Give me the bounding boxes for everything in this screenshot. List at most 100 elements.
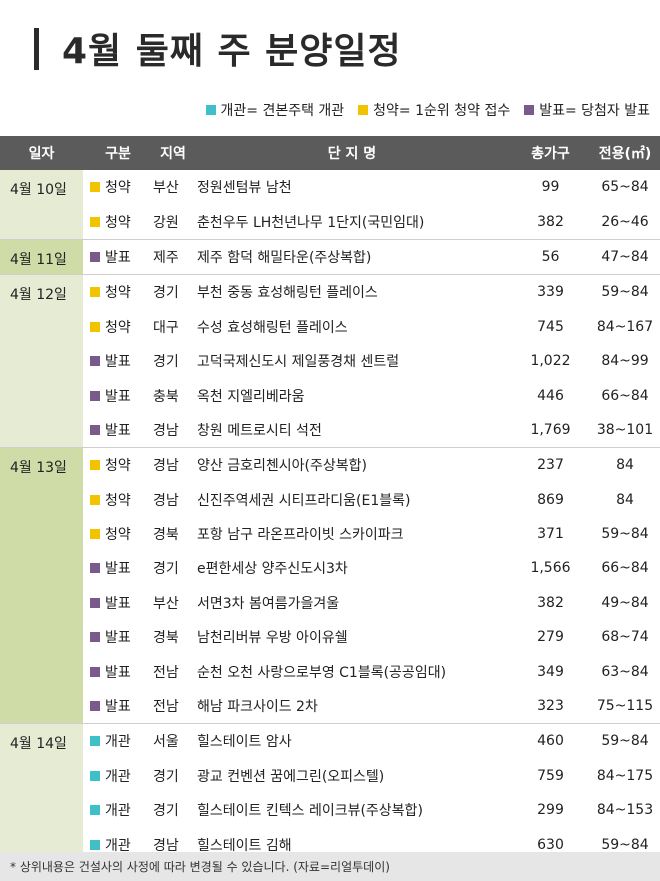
legend-label: 개관= 견본주택 개관 (220, 103, 345, 119)
region-cell: 전남 (153, 699, 179, 716)
region-cell: 서울 (153, 734, 179, 751)
table-row: 발표 경남 창원 메트로시티 석전 1,769 38~101 (83, 413, 660, 447)
region-cell: 경기 (153, 354, 179, 371)
type-square-icon (90, 182, 100, 193)
area-cell: 59~84 (601, 284, 649, 301)
table-row: 청약 경남 신진주역세권 시티프라디움(E1블록) 869 84 (83, 483, 660, 517)
units-cell: 460 (537, 733, 564, 750)
complex-name-cell: 힐스테이트 킨텍스 레이크뷰(주상복합) (197, 803, 423, 820)
type-label: 발표 (105, 595, 131, 612)
complex-name-cell: 해남 파크사이드 2차 (197, 699, 318, 716)
type-square-icon (90, 666, 100, 677)
type-square-icon (90, 356, 100, 367)
title-accent-bar (34, 28, 39, 70)
type-cell: 발표 (83, 593, 153, 613)
area-cell: 84~175 (596, 767, 654, 784)
type-label: 개관 (105, 803, 131, 820)
units-cell: 382 (537, 594, 564, 611)
type-label: 개관 (105, 734, 131, 751)
type-cell: 발표 (83, 351, 153, 371)
region-cell: 경북 (153, 527, 179, 544)
legend-label: 발표= 당첨자 발표 (539, 103, 650, 119)
area-cell: 59~84 (601, 526, 649, 543)
complex-name-cell: 옥천 지엘리베라움 (197, 388, 305, 405)
region-cell: 부산 (153, 180, 179, 197)
area-cell: 84 (616, 457, 634, 474)
type-label: 개관 (105, 768, 131, 785)
type-square-icon (90, 460, 100, 471)
region-cell: 경남 (153, 458, 179, 475)
region-cell: 경기 (153, 803, 179, 820)
type-square-icon (90, 563, 100, 574)
type-label: 발표 (105, 388, 131, 405)
complex-name-cell: 정원센텀뷰 남천 (197, 180, 292, 197)
region-cell: 전남 (153, 664, 179, 681)
date-group: 4월 12일 청약 경기 부천 중동 효성해링턴 플레이스 339 59~84 청약 대구 수성… (0, 275, 660, 449)
type-label: 청약 (105, 492, 131, 509)
area-cell: 84~153 (596, 802, 654, 819)
date-group: 4월 10일 청약 부산 정원센텀뷰 남천 99 65~84 청약 강원 춘천우두 LH천년나무… (0, 170, 660, 240)
table-row: 청약 경기 부천 중동 효성해링턴 플레이스 339 59~84 (83, 275, 660, 309)
units-cell: 1,769 (530, 421, 571, 438)
type-square-icon (90, 494, 100, 505)
complex-name-cell: 춘천우두 LH천년나무 1단지(국민임대) (197, 214, 425, 231)
date-cell: 4월 11일 (0, 239, 83, 275)
type-square-icon (90, 321, 100, 332)
type-label: 청약 (105, 214, 131, 231)
type-cell: 개관 (83, 800, 153, 820)
type-square-icon (90, 287, 100, 298)
type-cell: 발표 (83, 558, 153, 578)
units-cell: 279 (537, 629, 564, 646)
header-units: 총가구 (531, 146, 570, 162)
type-square-icon (90, 424, 100, 435)
legend-square-icon (358, 105, 369, 115)
units-cell: 745 (537, 318, 564, 335)
table-row: 발표 제주 제주 함덕 해밀타운(주상복합) 56 47~84 (83, 240, 660, 274)
table-row: 발표 충북 옥천 지엘리베라움 446 66~84 (83, 378, 660, 412)
area-cell: 75~115 (596, 698, 654, 715)
date-group: 4월 14일 개관 서울 힐스테이트 암사 460 59~84 개관 경기 광교 컨벤션 꿈에그… (0, 724, 660, 863)
type-square-icon (90, 805, 100, 816)
table-body: 4월 10일 청약 부산 정원센텀뷰 남천 99 65~84 청약 강원 춘천우두 LH천년나무… (0, 170, 660, 863)
type-square-icon (90, 839, 100, 850)
legend-square-icon (524, 105, 535, 115)
type-label: 청약 (105, 458, 131, 475)
area-cell: 47~84 (601, 248, 649, 265)
complex-name-cell: 양산 금호리첸시아(주상복합) (197, 458, 367, 475)
complex-name-cell: 수성 효성해링턴 플레이스 (197, 319, 348, 336)
area-cell: 26~46 (601, 213, 649, 230)
complex-name-cell: 남천리버뷰 우방 아이유쉘 (197, 630, 348, 647)
area-cell: 65~84 (601, 179, 649, 196)
complex-name-cell: 부천 중동 효성해링턴 플레이스 (197, 285, 378, 302)
header-name: 단 지 명 (327, 146, 377, 162)
units-cell: 1,022 (530, 353, 571, 370)
units-cell: 237 (537, 457, 564, 474)
region-cell: 경남 (153, 492, 179, 509)
table-row: 발표 경북 남천리버뷰 우방 아이유쉘 279 68~74 (83, 620, 660, 654)
units-cell: 349 (537, 663, 564, 680)
table-row: 개관 경기 광교 컨벤션 꿈에그린(오피스텔) 759 84~175 (83, 759, 660, 793)
area-cell: 49~84 (601, 594, 649, 611)
units-cell: 446 (537, 387, 564, 404)
region-cell: 충북 (153, 388, 179, 405)
type-label: 발표 (105, 354, 131, 371)
region-cell: 경북 (153, 630, 179, 647)
header-date: 일자 (28, 146, 55, 162)
area-cell: 84~167 (596, 318, 654, 335)
units-cell: 56 (541, 248, 560, 265)
table-row: 발표 경기 고덕국제신도시 제일풍경채 센트럴 1,022 84~99 (83, 344, 660, 378)
type-square-icon (90, 701, 100, 712)
type-cell: 청약 (83, 282, 153, 302)
table-row: 발표 경기 e편한세상 양주신도시3차 1,566 66~84 (83, 551, 660, 585)
type-square-icon (90, 736, 100, 747)
complex-name-cell: 힐스테이트 암사 (197, 734, 292, 751)
region-cell: 강원 (153, 214, 179, 231)
area-cell: 59~84 (601, 733, 649, 750)
legend-label: 청약= 1순위 청약 접수 (373, 103, 511, 119)
type-label: 발표 (105, 664, 131, 681)
area-cell: 38~101 (596, 421, 654, 438)
page-title: 4월 둘째 주 분양일정 (62, 31, 402, 72)
schedule-table: 일자 구분 지역 단 지 명 총가구 전용(㎡) 4월 10일 청약 부산 정원센텀뷰… (0, 136, 660, 863)
area-cell: 66~84 (601, 387, 649, 404)
type-square-icon (90, 632, 100, 643)
